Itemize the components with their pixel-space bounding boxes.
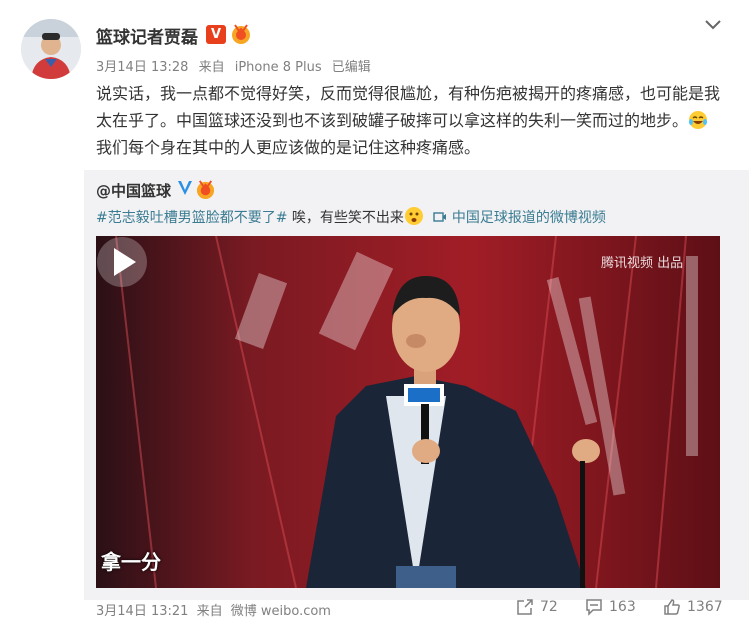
edited-label[interactable]: 已编辑 — [332, 60, 371, 75]
repost-meta: 3月14日 13:21 来自 微博 weibo.com — [96, 600, 335, 619]
video-player[interactable]: 腾讯视频 出品 拿一分 — [96, 236, 720, 588]
post-meta: 3月14日 13:28 来自 iPhone 8 Plus 已编辑 — [96, 56, 377, 75]
shocked-emoji-icon — [404, 207, 423, 225]
post-date[interactable]: 3月14日 13:28 — [96, 60, 188, 75]
repost-body: 唉，有些笑不出来 — [287, 210, 404, 226]
video-source-link[interactable]: 中国足球报道的微博视频 — [452, 210, 606, 226]
comment-button[interactable]: 163 — [585, 598, 636, 616]
blue-verified-v-icon — [178, 181, 192, 195]
comment-count: 163 — [609, 599, 636, 615]
share-icon — [517, 599, 533, 615]
like-count: 1367 — [687, 599, 723, 615]
like-button[interactable]: 1367 — [663, 598, 723, 616]
play-icon[interactable] — [96, 236, 148, 288]
verified-v-icon: V — [206, 25, 226, 44]
repost-text: #范志毅吐槽男篮脸都不要了# 唉，有些笑不出来 中国足球报道的微博视频 — [96, 206, 606, 227]
laugh-cry-emoji-icon — [689, 111, 708, 129]
avatar-image — [21, 19, 81, 79]
video-watermark: 腾讯视频 出品 — [601, 256, 684, 271]
post-text-part2: 我们每个身在其中的人更应该做的是记住这种疼痛感。 — [96, 138, 481, 157]
repost-medal-icon — [196, 180, 215, 200]
repost-source-prefix: 来自 — [196, 604, 223, 619]
topic-link[interactable]: #范志毅吐槽男篮脸都不要了# — [96, 210, 287, 226]
repost-source[interactable]: 微博 weibo.com — [231, 604, 331, 619]
post-device: iPhone 8 Plus — [234, 60, 322, 75]
video-camera-icon — [433, 212, 447, 222]
video-thumbnail — [96, 236, 720, 588]
repost-count: 72 — [540, 599, 558, 615]
chevron-down-icon[interactable] — [702, 17, 724, 33]
thumbs-up-icon — [664, 599, 680, 615]
repost-card: @中国篮球 #范志毅吐槽男篮脸都不要了# 唉，有些笑不出来 中国足球报道的微博视… — [84, 170, 749, 600]
post-text: 说实话，我一点都不觉得好笑，反而觉得很尴尬，有种伤疤被揭开的疼痛感，也可能是我太… — [96, 80, 721, 161]
post-text-part1: 说实话，我一点都不觉得好笑，反而觉得很尴尬，有种伤疤被揭开的疼痛感，也可能是我太… — [96, 84, 721, 130]
repost-date[interactable]: 3月14日 13:21 — [96, 604, 188, 619]
medal-icon — [232, 24, 250, 44]
avatar[interactable] — [21, 19, 81, 79]
author-name[interactable]: 篮球记者贾磊 — [96, 23, 198, 48]
repost-author[interactable]: @中国篮球 — [96, 180, 171, 201]
video-caption: 拿一分 — [101, 550, 161, 574]
source-prefix: 来自 — [198, 60, 225, 75]
comment-icon — [586, 599, 602, 616]
repost-button[interactable]: 72 — [516, 598, 558, 616]
